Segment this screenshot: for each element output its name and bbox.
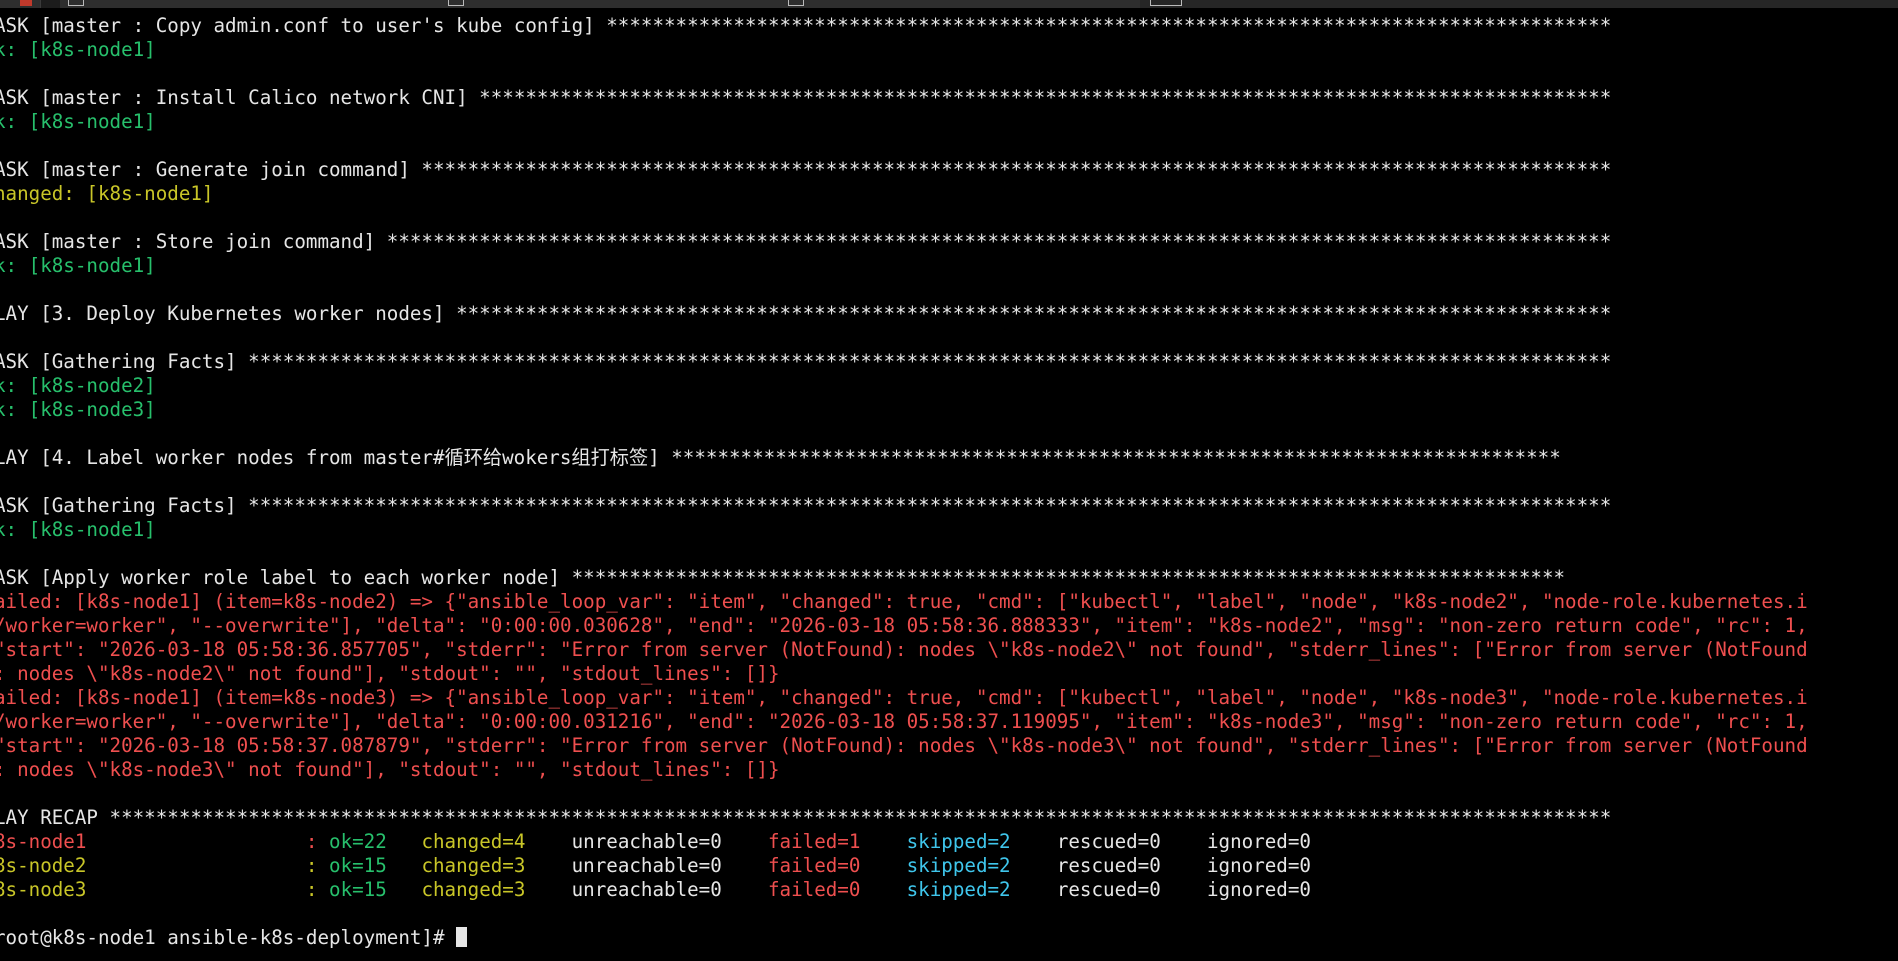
terminal-text-segment: : nodes \"k8s-node3\" not found"], "stdo…: [0, 758, 780, 781]
terminal-text-segment: hanged: [k8s-node1]: [0, 182, 214, 205]
terminal-text-segment: failed=1: [768, 830, 896, 853]
terminal-line: ASK [master : Copy admin.conf to user's …: [0, 14, 1898, 38]
terminal-text-segment: ASK [master : Store join command] ******…: [0, 230, 1612, 253]
terminal-line: k: [k8s-node1]: [0, 518, 1898, 542]
terminal-text-segment: ASK [master : Generate join command] ***…: [0, 158, 1612, 181]
terminal-text-segment: k: [k8s-node1]: [0, 518, 156, 541]
terminal-text-segment: unreachable=0: [560, 830, 768, 853]
terminal-text-segment: ASK [master : Copy admin.conf to user's …: [0, 14, 1612, 37]
terminal-text-segment: skipped=2: [895, 854, 1046, 877]
tab-4[interactable]: [780, 0, 1141, 8]
terminal-text-segment: /worker=worker", "--overwrite"], "delta"…: [0, 614, 1808, 637]
terminal-line: /worker=worker", "--overwrite"], "delta"…: [0, 614, 1898, 638]
terminal-line: ASK [master : Install Calico network CNI…: [0, 86, 1898, 110]
terminal-line: ASK [Apply worker role label to each wor…: [0, 566, 1898, 590]
terminal-text-segment: rescued=0 ignored=0: [1045, 878, 1311, 901]
terminal-tab-icon: [448, 0, 464, 6]
terminal-line: ailed: [k8s-node1] (item=k8s-node2) => {…: [0, 590, 1898, 614]
terminal-text-segment: ailed: [k8s-node1] (item=k8s-node2) => {…: [0, 590, 1808, 613]
tab-bar: [0, 0, 1898, 8]
terminal-text-segment: 8s-node1 :: [0, 830, 330, 853]
terminal-text-segment: "start": "2026-03-18 05:58:36.857705", "…: [0, 638, 1808, 661]
terminal-line: /worker=worker", "--overwrite"], "delta"…: [0, 710, 1898, 734]
shell-prompt[interactable]: root@k8s-node1 ansible-k8s-deployment]#: [0, 926, 1898, 950]
terminal-line: "start": "2026-03-18 05:58:37.087879", "…: [0, 734, 1898, 758]
tab-3[interactable]: [440, 0, 781, 8]
terminal-line: k: [k8s-node3]: [0, 398, 1898, 422]
terminal-text-segment: ok=15: [329, 854, 422, 877]
text-cursor: [456, 927, 468, 947]
terminal-line: 8s-node3 : ok=15 changed=3 unreachable=0…: [0, 878, 1898, 902]
terminal-line: 8s-node1 : ok=22 changed=4 unreachable=0…: [0, 830, 1898, 854]
terminal-text-segment: unreachable=0: [560, 878, 768, 901]
terminal-text-segment: LAY [4. Label worker nodes from master#循…: [0, 446, 1561, 469]
terminal-text-segment: ASK [Apply worker role label to each wor…: [0, 566, 1566, 589]
tab-1[interactable]: [0, 0, 41, 8]
terminal-text-segment: ok=15: [329, 878, 422, 901]
terminal-line: ASK [master : Generate join command] ***…: [0, 158, 1898, 182]
terminal-text-segment: failed=0: [768, 878, 896, 901]
terminal-line: LAY [4. Label worker nodes from master#循…: [0, 446, 1898, 470]
terminal-line: k: [k8s-node1]: [0, 254, 1898, 278]
terminal-line: LAY [3. Deploy Kubernetes worker nodes] …: [0, 302, 1898, 326]
terminal-line: hanged: [k8s-node1]: [0, 182, 1898, 206]
terminal-text-segment: ailed: [k8s-node1] (item=k8s-node3) => {…: [0, 686, 1808, 709]
terminal-text-segment: unreachable=0: [560, 854, 768, 877]
terminal-line: ailed: [k8s-node1] (item=k8s-node3) => {…: [0, 686, 1898, 710]
terminal-text-segment: ASK [Gathering Facts] ******************…: [0, 494, 1612, 517]
terminal-line: k: [k8s-node1]: [0, 38, 1898, 62]
terminal-line: ASK [Gathering Facts] ******************…: [0, 350, 1898, 374]
terminal-text-segment: k: [k8s-node3]: [0, 398, 156, 421]
terminal-text-segment: k: [k8s-node2]: [0, 374, 156, 397]
terminal-text-segment: /worker=worker", "--overwrite"], "delta"…: [0, 710, 1808, 733]
terminal-line: : nodes \"k8s-node2\" not found"], "stdo…: [0, 662, 1898, 686]
terminal-text-segment: failed=0: [768, 854, 896, 877]
flag-icon: [20, 0, 32, 6]
terminal-text-segment: 8s-node3 :: [0, 878, 330, 901]
terminal-text-segment: changed=3: [421, 854, 561, 877]
tab-2[interactable]: [60, 0, 441, 8]
terminal-line: k: [k8s-node2]: [0, 374, 1898, 398]
terminal-text-segment: ok=22: [329, 830, 422, 853]
tab-5[interactable]: [1140, 0, 1898, 8]
terminal-text-segment: k: [k8s-node1]: [0, 38, 156, 61]
terminal-text-segment: LAY [3. Deploy Kubernetes worker nodes] …: [0, 302, 1612, 325]
terminal-line: LAY RECAP ******************************…: [0, 806, 1898, 830]
terminal-text-segment: root@k8s-node1 ansible-k8s-deployment]#: [0, 926, 457, 949]
terminal-tab-icon: [1150, 0, 1182, 6]
terminal-text-segment: : nodes \"k8s-node2\" not found"], "stdo…: [0, 662, 780, 685]
terminal-text-segment: 8s-node2 :: [0, 854, 330, 877]
terminal-text-segment: skipped=2: [895, 878, 1046, 901]
terminal-text-segment: skipped=2: [895, 830, 1046, 853]
terminal-text-segment: rescued=0 ignored=0: [1045, 830, 1311, 853]
terminal-output[interactable]: ASK [master : Copy admin.conf to user's …: [0, 14, 1898, 961]
terminal-text-segment: changed=3: [421, 878, 561, 901]
terminal-text-segment: LAY RECAP ******************************…: [0, 806, 1612, 829]
terminal-text-segment: ASK [master : Install Calico network CNI…: [0, 86, 1612, 109]
terminal-text-segment: changed=4: [421, 830, 561, 853]
terminal-tab-icon: [788, 0, 804, 6]
terminal-line: 8s-node2 : ok=15 changed=3 unreachable=0…: [0, 854, 1898, 878]
terminal-text-segment: k: [k8s-node1]: [0, 110, 156, 133]
terminal-line: ASK [Gathering Facts] ******************…: [0, 494, 1898, 518]
terminal-line: "start": "2026-03-18 05:58:36.857705", "…: [0, 638, 1898, 662]
terminal-text-segment: ASK [Gathering Facts] ******************…: [0, 350, 1612, 373]
terminal-line: : nodes \"k8s-node3\" not found"], "stdo…: [0, 758, 1898, 782]
terminal-text-segment: "start": "2026-03-18 05:58:37.087879", "…: [0, 734, 1808, 757]
terminal-text-segment: k: [k8s-node1]: [0, 254, 156, 277]
terminal-text-segment: rescued=0 ignored=0: [1045, 854, 1311, 877]
terminal-line: k: [k8s-node1]: [0, 110, 1898, 134]
terminal-tab-icon: [68, 0, 84, 6]
terminal-line: ASK [master : Store join command] ******…: [0, 230, 1898, 254]
